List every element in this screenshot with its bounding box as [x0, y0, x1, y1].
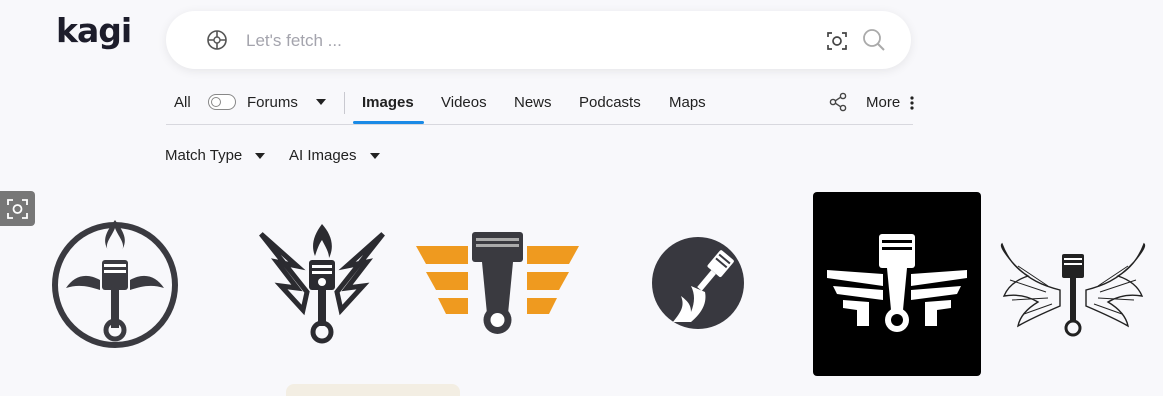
image-result[interactable]: [813, 192, 981, 376]
image-result[interactable]: [998, 240, 1148, 340]
tab-news[interactable]: News: [514, 94, 552, 111]
more-button[interactable]: More: [866, 94, 900, 111]
piston-wings-black-square-icon: [827, 234, 967, 332]
tab-divider: [344, 92, 345, 114]
filter-label: Match Type: [165, 147, 243, 164]
active-tab-indicator: [353, 121, 424, 124]
image-search-icon: [7, 199, 28, 219]
toggle-knob: [211, 97, 221, 107]
caret-down-icon: [255, 153, 266, 160]
filter-match-type[interactable]: Match Type: [165, 147, 266, 164]
piston-flame-dark-circle-icon: [652, 237, 744, 329]
search-tabs: All Forums Images Videos News Podcasts M…: [166, 82, 914, 125]
image-result[interactable]: [416, 230, 579, 336]
piston-feathered-wings-icon: [1000, 242, 1146, 337]
forums-dropdown-caret-icon[interactable]: [316, 99, 326, 105]
tab-all[interactable]: All: [174, 94, 191, 111]
filter-ai-images[interactable]: AI Images: [289, 147, 380, 164]
piston-orange-stripes-icon: [416, 232, 579, 334]
image-result[interactable]: [257, 222, 387, 346]
search-box: [166, 11, 911, 69]
piston-winged-flame-circle-icon: [52, 220, 178, 348]
filter-label: AI Images: [289, 147, 357, 164]
image-result-partial[interactable]: [286, 384, 460, 396]
tab-maps[interactable]: Maps: [669, 94, 706, 111]
tab-videos[interactable]: Videos: [441, 94, 487, 111]
image-result[interactable]: [651, 236, 745, 330]
lens-icon[interactable]: [206, 29, 228, 51]
tab-podcasts[interactable]: Podcasts: [579, 94, 641, 111]
tab-forums[interactable]: Forums: [247, 94, 298, 111]
more-dots-icon[interactable]: [910, 96, 914, 110]
forums-toggle[interactable]: [208, 94, 236, 110]
tab-images[interactable]: Images: [362, 94, 414, 111]
image-search-icon[interactable]: [826, 30, 848, 52]
share-icon[interactable]: [828, 92, 848, 112]
search-icon[interactable]: [862, 28, 886, 52]
image-result[interactable]: [48, 218, 182, 352]
piston-flame-wings-icon: [259, 224, 385, 344]
visual-search-button[interactable]: [0, 191, 35, 226]
caret-down-icon: [369, 153, 380, 160]
kagi-logo[interactable]: kagi: [56, 14, 132, 47]
search-input[interactable]: [244, 28, 808, 54]
